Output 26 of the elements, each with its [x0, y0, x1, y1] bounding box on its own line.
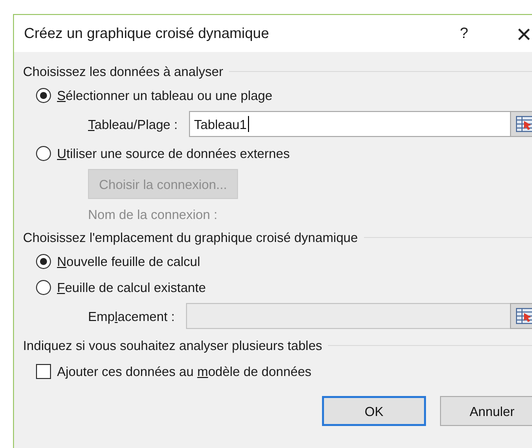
field-label: Tableau/Plage : — [88, 116, 179, 132]
range-select-icon — [516, 116, 532, 132]
window-title: Créez un graphique croisé dynamique — [24, 26, 270, 42]
checkbox[interactable] — [36, 364, 51, 378]
radio-button[interactable] — [36, 88, 51, 102]
radio-button[interactable] — [36, 254, 51, 268]
field-label: Emplacement : — [88, 308, 176, 324]
radio-label[interactable]: Feuille de calcul existante — [57, 280, 206, 294]
ok-button[interactable]: OK — [322, 396, 426, 426]
help-button[interactable]: ? — [454, 25, 474, 42]
radio-button[interactable] — [36, 146, 51, 160]
radio-label[interactable]: Utiliser une source de données externes — [57, 146, 290, 160]
range-picker-button[interactable] — [510, 111, 532, 137]
close-button[interactable]: × — [512, 20, 532, 46]
radio-label[interactable]: Sélectionner un tableau ou une plage — [57, 88, 272, 102]
section-heading: Choisissez l'emplacement du graphique croisé dynamique — [23, 230, 358, 244]
radio-label[interactable]: Nouvelle feuille de calcul — [57, 254, 200, 268]
checkbox-label[interactable]: Ajouter ces données au modèle de données — [57, 364, 312, 378]
radio-button[interactable] — [36, 280, 51, 294]
range-select-icon — [516, 308, 532, 324]
range-input-field[interactable]: Tableau1 — [189, 111, 510, 137]
section-heading: Indiquez si vous souhaitez analyser plusieurs tables — [23, 338, 322, 352]
section-heading: Choisissez les données à analyser — [23, 64, 224, 78]
cancel-button[interactable]: Annuler — [440, 396, 532, 426]
connection-name-label: Nom de la connexion : — [88, 207, 218, 222]
range-picker-button[interactable] — [510, 303, 532, 329]
